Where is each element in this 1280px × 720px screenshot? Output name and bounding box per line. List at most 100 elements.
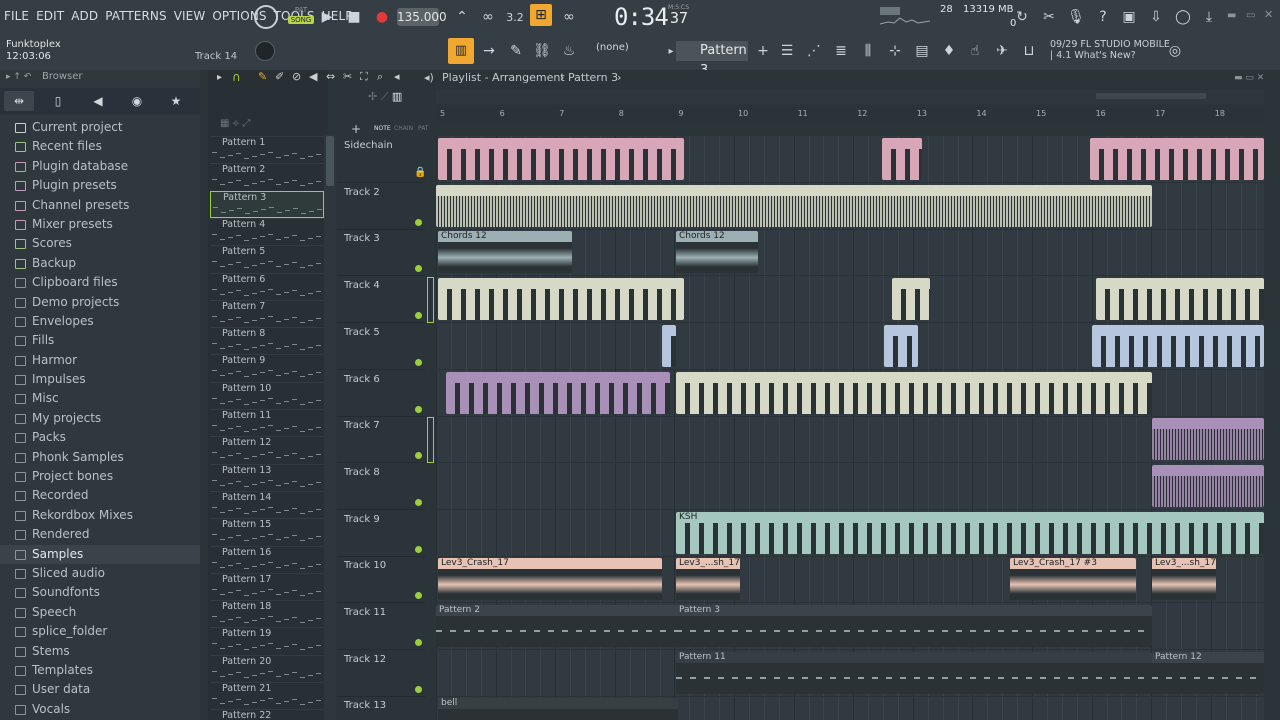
minimize-icon[interactable]: ▬ [1227, 10, 1236, 21]
cut-tool-icon[interactable]: ✂ [1038, 6, 1060, 28]
overview-strip[interactable] [436, 90, 1264, 104]
channel-rack-icon[interactable]: ≣ [830, 40, 852, 62]
playlist-clip[interactable] [882, 138, 922, 180]
stamp-icon[interactable]: ♨ [558, 40, 580, 62]
browser-item-harmor[interactable]: Harmor [0, 351, 200, 370]
lock-icon[interactable]: 🔒 [414, 167, 426, 178]
track-4-select[interactable] [427, 277, 434, 323]
browser-item-stems[interactable]: Stems [0, 642, 200, 661]
browser-item-sliced-audio[interactable]: Sliced audio [0, 564, 200, 583]
playlist-clip[interactable] [1090, 138, 1264, 180]
add-icon[interactable]: + [351, 122, 361, 136]
playlist-clip[interactable] [436, 184, 1152, 227]
playlist-clip[interactable]: Lev3_...sh_17 [676, 558, 740, 601]
save-icon[interactable]: ▣ [1118, 6, 1140, 28]
browser-item-clipboard-files[interactable]: Clipboard files [0, 273, 200, 292]
track-enable-led[interactable] [415, 545, 422, 553]
pattern-item[interactable]: Pattern 21 [210, 682, 324, 709]
pencil-icon[interactable]: ✎ [505, 40, 527, 62]
step-edit-icon[interactable]: ⊞ [530, 4, 552, 26]
download-icon[interactable]: ⤓ [1198, 6, 1220, 28]
browser-item-plugin-presets[interactable]: Plugin presets [0, 176, 200, 195]
browser-item-mixer-presets[interactable]: Mixer presets [0, 215, 200, 234]
slice-tool-icon[interactable]: ✂ [343, 70, 352, 83]
draw-tool-icon[interactable]: ✎ [258, 70, 267, 83]
browser-item-my-projects[interactable]: My projects [0, 409, 200, 428]
track-header[interactable]: Track 8 [337, 463, 425, 510]
playlist-clip[interactable] [676, 371, 1152, 414]
pattern-item[interactable]: Pattern 20 [210, 654, 324, 682]
loop-record-icon[interactable]: ∞ [477, 6, 499, 28]
close-icon[interactable]: ✕ [1264, 8, 1273, 21]
all-files-icon[interactable]: ⇹ [4, 91, 34, 111]
browser-item-speech[interactable]: Speech [0, 603, 200, 622]
browser-item-demo-projects[interactable]: Demo projects [0, 293, 200, 312]
browser-item-scores[interactable]: Scores [0, 234, 200, 253]
timeline-ruler[interactable]: 5 6 7 8 9 10 11 12 13 14 15 16 17 18 [436, 106, 1264, 122]
pattern-item[interactable]: Pattern 3 [210, 190, 324, 218]
track-header[interactable]: Track 13 [337, 696, 425, 720]
record-button[interactable]: ● [371, 6, 393, 28]
pattern-item[interactable]: Pattern 22 [210, 709, 324, 720]
playlist-clip[interactable] [662, 324, 676, 367]
playlist-clip[interactable] [884, 324, 918, 367]
mixer-icon[interactable]: ☰ [776, 40, 798, 62]
menu-view[interactable]: VIEW [174, 9, 206, 25]
playlist-clip[interactable]: Pattern 11 [676, 651, 1152, 694]
playlist-clip[interactable]: Pattern 3 [676, 605, 1152, 647]
playlist-clip[interactable] [1152, 418, 1264, 461]
browser-item-vocals[interactable]: Vocals [0, 700, 200, 719]
playlist-clip[interactable]: Lev3_Crash_17 [438, 558, 662, 601]
web-icon[interactable]: ◉ [122, 91, 152, 111]
track-enable-led[interactable] [415, 498, 422, 506]
blend-notes-icon[interactable]: ∞ [558, 6, 580, 28]
playlist-clip[interactable]: Pattern 12 [1152, 651, 1264, 694]
pattern-item[interactable]: Pattern 9 [210, 354, 324, 381]
browser-item-soundfonts[interactable]: Soundfonts [0, 583, 200, 602]
browser-item-envelopes[interactable]: Envelopes [0, 312, 200, 331]
browser-item-splice-folder[interactable]: splice_folder [0, 622, 200, 641]
track-lane[interactable] [436, 416, 1264, 464]
playlist-pattern[interactable]: Pattern 3 [568, 70, 618, 86]
playlist-clip[interactable]: Chords 12 [676, 231, 758, 274]
playlist-clip[interactable] [1152, 464, 1264, 507]
browser-icon[interactable]: ▤ [911, 40, 933, 62]
zoom-tool-icon[interactable]: ⌕ [377, 70, 383, 84]
stop-button[interactable]: ■ [343, 6, 365, 28]
pattern-item[interactable]: Pattern 11 [210, 409, 324, 436]
metronome-icon[interactable]: ⌃ [451, 6, 473, 28]
pattern-item[interactable]: Pattern 10 [210, 381, 324, 409]
track-header[interactable]: Track 2 [337, 183, 425, 230]
track-header[interactable]: Sidechain [337, 136, 425, 183]
playlist-clip[interactable] [438, 278, 684, 321]
track-header[interactable]: Track 11 [337, 603, 425, 650]
track-header[interactable]: Track 7 [337, 416, 425, 464]
add-pattern-icon[interactable]: + [752, 40, 774, 62]
pattern-item[interactable]: Pattern 13 [210, 463, 324, 491]
playlist-clip[interactable]: KSH [676, 511, 1264, 554]
track-enable-led[interactable] [415, 265, 422, 273]
playlist-clip[interactable] [1096, 278, 1264, 321]
playlist-icon[interactable]: ▥ [448, 38, 474, 64]
link-icon[interactable]: ⛓ [531, 40, 553, 62]
play-arrow-icon[interactable]: ▸ [217, 72, 222, 83]
browser-item-backup[interactable]: Backup [0, 254, 200, 273]
pattern-item[interactable]: Pattern 14 [210, 490, 324, 518]
render-icon[interactable]: ⇩ [1145, 6, 1167, 28]
menu-file[interactable]: FILE [4, 9, 29, 25]
pat-song-switch[interactable]: PAT SONG [288, 6, 314, 30]
browser-item-plugin-database[interactable]: Plugin database [0, 157, 200, 176]
browser-item-fills[interactable]: Fills [0, 331, 200, 350]
playlist-scrollbar[interactable] [1264, 86, 1280, 720]
browser-item-templates[interactable]: Templates [0, 661, 200, 680]
track-enable-led[interactable] [415, 685, 422, 693]
slip-tool-icon[interactable]: ⇔ [326, 70, 335, 83]
breadcrumb-arrow-icon[interactable]: › [617, 70, 621, 86]
magnet-icon[interactable]: ∩ [232, 70, 241, 84]
pattern-item[interactable]: Pattern 6 [210, 272, 324, 300]
picker-tab-note[interactable]: NOTE [374, 125, 391, 132]
pattern-item[interactable]: Pattern 17 [210, 572, 324, 600]
playlist-clip[interactable]: bell [438, 698, 678, 720]
track-7-select[interactable] [427, 417, 434, 463]
snap-selector[interactable]: (none) [596, 42, 629, 53]
